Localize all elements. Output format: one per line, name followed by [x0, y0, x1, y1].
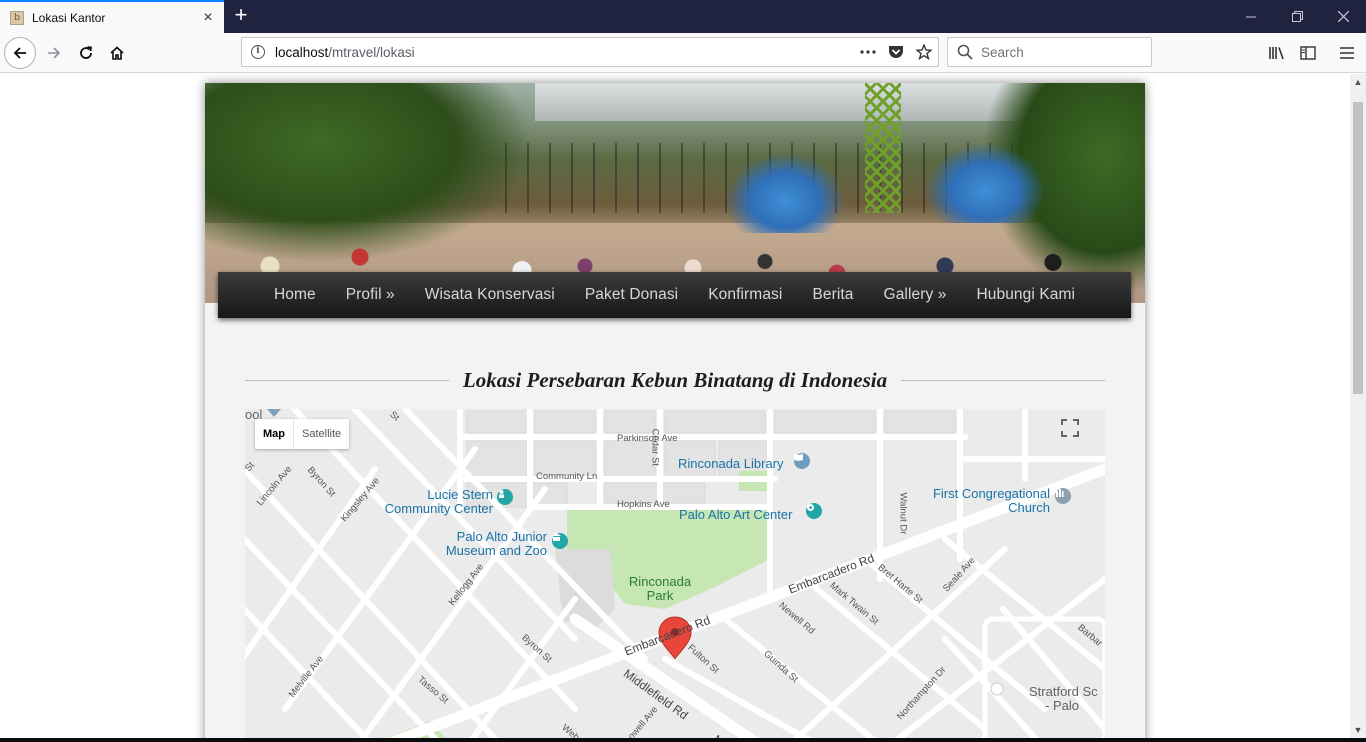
close-window-icon[interactable]: [1320, 0, 1366, 33]
street-parkinson-ave: Parkinson Ave: [617, 433, 678, 444]
sidebar-icon[interactable]: [1293, 37, 1323, 69]
map-type-control: Map Satellite: [255, 419, 350, 449]
label-lucie-stern-line2: Community Center: [384, 501, 493, 516]
search-box[interactable]: [947, 37, 1152, 67]
museum-pin-icon[interactable]: [552, 533, 568, 549]
pin-pointer-icon: [267, 409, 281, 417]
restore-icon[interactable]: [1274, 0, 1320, 33]
address-bar[interactable]: i localhost/mtravel/lokasi: [241, 37, 939, 67]
label-first-congregational-church: First Congregational Church: [905, 487, 1050, 515]
map-type-map-button[interactable]: Map: [255, 419, 293, 449]
art-center-pin-icon[interactable]: [806, 503, 822, 519]
forward-arrow-icon[interactable]: [38, 37, 70, 69]
page-scrollbar[interactable]: ▲ ▼: [1350, 74, 1366, 738]
menu-paket-donasi[interactable]: Paket Donasi: [570, 286, 693, 304]
navigation-toolbar: i localhost/mtravel/lokasi: [0, 33, 1366, 73]
menu-hubungi-kami[interactable]: Hubungi Kami: [961, 286, 1090, 304]
site-favicon-icon: b: [10, 10, 24, 25]
label-lucie-stern: Lucie Stern Community Center: [375, 488, 493, 516]
heading-divider-left: [245, 379, 449, 381]
library-icon[interactable]: [1262, 37, 1292, 69]
street-hopkins-ave: Hopkins Ave: [617, 499, 670, 510]
url-path: /mtravel/lokasi: [328, 44, 415, 60]
label-stratford-line2: - Palo: [1045, 698, 1079, 713]
url-text[interactable]: localhost/mtravel/lokasi: [275, 45, 854, 60]
heading-divider-right: [901, 379, 1106, 381]
search-input[interactable]: [981, 44, 1141, 60]
bookmark-star-icon[interactable]: [910, 38, 938, 66]
scrollbar-thumb[interactable]: [1353, 102, 1363, 394]
menu-wisata-konservasi[interactable]: Wisata Konservasi: [410, 286, 570, 304]
page-container: Home Profil » Wisata Konservasi Paket Do…: [205, 83, 1145, 738]
label-stratford-school: Stratford Sc - Palo: [1029, 685, 1098, 713]
taskbar-edge: [0, 738, 1366, 742]
tab-strip: b Lokasi Kantor × +: [0, 0, 1366, 33]
close-tab-icon[interactable]: ×: [200, 9, 216, 26]
url-host: localhost: [275, 44, 329, 60]
library-pin-icon[interactable]: [794, 453, 810, 469]
pocket-icon[interactable]: [882, 38, 910, 66]
label-pool: ool: [245, 409, 263, 422]
label-park-line2: Park: [646, 588, 674, 603]
menu-gallery[interactable]: Gallery »: [869, 286, 962, 304]
menu-berita[interactable]: Berita: [797, 286, 868, 304]
community-center-pin-icon[interactable]: [497, 489, 513, 505]
active-tab[interactable]: b Lokasi Kantor ×: [0, 0, 224, 33]
page-actions-icon[interactable]: [854, 38, 882, 66]
reload-icon[interactable]: [70, 37, 102, 69]
menu-home[interactable]: Home: [259, 286, 331, 304]
fullscreen-toggle-icon[interactable]: [1061, 419, 1095, 453]
page-heading-row: Lokasi Persebaran Kebun Binatang di Indo…: [245, 365, 1106, 395]
menu-hamburger-icon[interactable]: [1332, 37, 1362, 69]
church-pin-icon[interactable]: [1055, 488, 1071, 504]
label-park-line1: Rinconada: [628, 574, 692, 589]
street-cedar-st: Cedar St: [649, 428, 661, 467]
label-stratford-line1: Stratford Sc: [1029, 684, 1098, 699]
banner-tower: [865, 83, 901, 213]
site-info-icon[interactable]: i: [251, 45, 265, 59]
location-map[interactable]: Map Satellite ool Rinconada Library Luci…: [245, 409, 1105, 738]
header-banner-image: [205, 83, 1145, 303]
menu-profil[interactable]: Profil »: [331, 286, 410, 304]
scroll-up-arrow-icon[interactable]: ▲: [1350, 74, 1366, 90]
page-viewport: Home Profil » Wisata Konservasi Paket Do…: [0, 74, 1350, 738]
label-first-cong-line1: First Congregational: [932, 486, 1050, 501]
back-arrow-icon[interactable]: [4, 37, 36, 69]
label-palo-alto-art-center: Palo Alto Art Center: [679, 507, 793, 522]
search-icon: [957, 44, 973, 60]
scroll-down-arrow-icon[interactable]: ▼: [1350, 722, 1366, 738]
minimize-icon[interactable]: [1228, 0, 1274, 33]
street-walnut-dr: Walnut Dr: [897, 492, 909, 535]
new-tab-icon[interactable]: +: [230, 4, 252, 28]
main-menu: Home Profil » Wisata Konservasi Paket Do…: [218, 272, 1131, 318]
label-rinconada-library: Rinconada Library: [678, 456, 784, 471]
menu-konfirmasi[interactable]: Konfirmasi: [693, 286, 797, 304]
home-icon[interactable]: [101, 37, 133, 69]
map-type-satellite-button[interactable]: Satellite: [293, 419, 349, 449]
label-rinconada-park: Rinconada Park: [623, 575, 697, 603]
page-title: Lokasi Persebaran Kebun Binatang di Indo…: [462, 367, 888, 392]
label-palo-alto-junior-museum: Palo Alto Junior Museum and Zoo: [435, 530, 547, 558]
street-community-ln: Community Ln: [536, 471, 598, 482]
label-lucie-stern-line1: Lucie Stern: [427, 487, 493, 502]
label-zoo-line1: Palo Alto Junior: [456, 529, 547, 544]
tab-title: Lokasi Kantor: [32, 10, 106, 25]
label-zoo-line2: Museum and Zoo: [445, 543, 547, 558]
label-first-cong-line2: Church: [1008, 500, 1050, 515]
